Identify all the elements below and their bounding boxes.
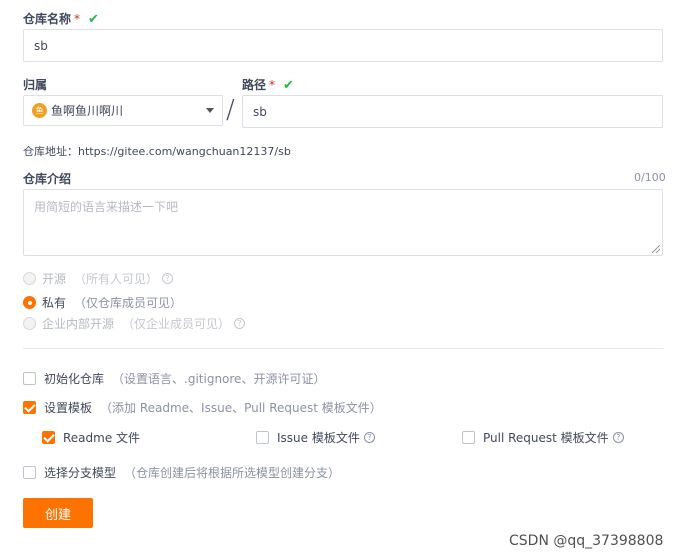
pr-template-label: Pull Request 模板文件 (483, 431, 609, 445)
checkbox-box[interactable] (23, 401, 36, 414)
required-mark: * (269, 78, 276, 92)
owner-selected-value: 鱼啊鱼川啊川 (51, 104, 124, 118)
watermark: CSDN @qq_37398808 (509, 533, 664, 549)
path-label-text: 路径 (242, 78, 267, 92)
issue-template-checkbox[interactable]: Issue 模板文件 ? (256, 429, 375, 446)
radio-private-hint: （仅仓库成员可见） (74, 296, 183, 310)
path-separator: / (226, 95, 235, 125)
intro-placeholder: 用简短的语言来描述一下吧 (34, 200, 179, 214)
intro-textarea[interactable]: 用简短的语言来描述一下吧 (23, 189, 663, 256)
help-icon[interactable]: ? (363, 432, 375, 443)
owner-label: 归属 (23, 78, 48, 92)
repo-name-label-text: 仓库名称 (23, 12, 72, 26)
branch-model-label: 选择分支模型 (44, 466, 117, 480)
templates-label: 设置模板 (44, 401, 93, 415)
branch-model-hint: （仓库创建后将根据所选模型创建分支） (124, 466, 341, 480)
intro-counter: 0/100 (634, 171, 666, 184)
chevron-down-icon (206, 108, 214, 113)
init-repo-checkbox[interactable]: 初始化仓库 （设置语言、.gitignore、开源许可证） (23, 370, 325, 387)
radio-enterprise-hint: （仅企业成员可见） (122, 317, 231, 331)
path-label: 路径 * ✔ (242, 76, 294, 93)
init-repo-label: 初始化仓库 (44, 372, 105, 386)
repo-name-value: sb (34, 38, 48, 53)
avatar: 鱼 (32, 103, 47, 118)
readme-checkbox[interactable]: Readme 文件 (42, 429, 140, 446)
help-icon[interactable]: ? (162, 273, 174, 284)
radio-enterprise[interactable]: 企业内部开源 （仅企业成员可见） ? (23, 315, 246, 332)
radio-private[interactable]: 私有 （仅仓库成员可见） (23, 294, 182, 311)
checkbox-box[interactable] (23, 466, 36, 479)
repo-name-input[interactable]: sb (23, 29, 663, 62)
divider (23, 348, 663, 349)
issue-template-label: Issue 模板文件 (277, 431, 360, 445)
radio-public-label: 开源 (42, 272, 67, 286)
radio-public[interactable]: 开源 （所有人可见） ? (23, 270, 174, 287)
path-input[interactable]: sb (242, 95, 663, 128)
create-button[interactable]: 创建 (23, 498, 93, 528)
owner-select[interactable]: 鱼 鱼啊鱼川啊川 (23, 95, 223, 126)
branch-model-checkbox[interactable]: 选择分支模型 （仓库创建后将根据所选模型创建分支） (23, 464, 340, 481)
templates-hint: （添加 Readme、Issue、Pull Request 模板文件） (100, 401, 382, 415)
resize-handle-icon[interactable] (652, 245, 660, 253)
required-mark: * (74, 12, 81, 26)
intro-label: 仓库介绍 (23, 172, 72, 186)
radio-circle[interactable] (23, 317, 36, 330)
path-value: sb (253, 104, 267, 119)
repo-address: 仓库地址：https://gitee.com/wangchuan12137/sb (23, 145, 291, 158)
init-repo-hint: （设置语言、.gitignore、开源许可证） (112, 372, 326, 386)
radio-private-label: 私有 (42, 296, 67, 310)
checkbox-box[interactable] (23, 372, 36, 385)
pr-template-checkbox[interactable]: Pull Request 模板文件 ? (462, 429, 624, 446)
help-icon[interactable]: ? (612, 432, 624, 443)
valid-check-icon: ✔ (88, 12, 99, 27)
valid-check-icon: ✔ (283, 78, 294, 93)
templates-checkbox[interactable]: 设置模板 （添加 Readme、Issue、Pull Request 模板文件） (23, 399, 382, 416)
repo-name-label: 仓库名称 * ✔ (23, 10, 99, 27)
radio-circle[interactable] (23, 272, 36, 285)
checkbox-box[interactable] (462, 431, 475, 444)
radio-enterprise-label: 企业内部开源 (42, 317, 115, 331)
radio-circle[interactable] (23, 296, 36, 309)
readme-label: Readme 文件 (63, 431, 141, 445)
checkbox-box[interactable] (42, 431, 55, 444)
checkbox-box[interactable] (256, 431, 269, 444)
radio-public-hint: （所有人可见） (74, 272, 159, 286)
help-icon[interactable]: ? (234, 318, 246, 329)
